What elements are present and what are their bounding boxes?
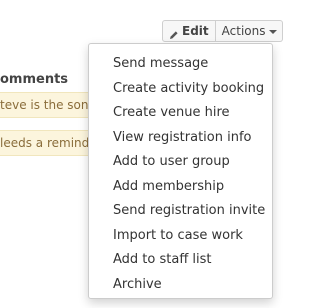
- comment-cell: teve is the son: [0, 92, 101, 118]
- actions-dropdown-button[interactable]: Actions: [215, 20, 284, 42]
- menu-item-add-to-user-group[interactable]: Add to user group: [89, 150, 272, 175]
- actions-button-label: Actions: [221, 24, 266, 38]
- actions-dropdown-menu: Send message Create activity booking Cre…: [88, 43, 273, 299]
- edit-button[interactable]: Edit: [162, 20, 216, 42]
- caret-down-icon: [269, 29, 278, 34]
- menu-item-create-venue-hire[interactable]: Create venue hire: [89, 101, 272, 126]
- menu-item-view-registration-info[interactable]: View registration info: [89, 126, 272, 151]
- menu-item-import-to-case-work[interactable]: Import to case work: [89, 224, 272, 249]
- menu-item-create-activity-booking[interactable]: Create activity booking: [89, 77, 272, 102]
- menu-item-send-message[interactable]: Send message: [89, 52, 272, 77]
- pencil-icon: [169, 26, 179, 39]
- menu-item-add-to-staff-list[interactable]: Add to staff list: [89, 248, 272, 273]
- comment-cell: leeds a remind: [0, 130, 101, 156]
- edit-button-label: Edit: [182, 24, 209, 38]
- menu-item-archive[interactable]: Archive: [89, 273, 272, 298]
- menu-item-send-registration-invite[interactable]: Send registration invite: [89, 199, 272, 224]
- record-toolbar: Edit Actions: [162, 20, 284, 42]
- comments-column-header: omments: [0, 72, 69, 87]
- menu-item-add-membership[interactable]: Add membership: [89, 175, 272, 200]
